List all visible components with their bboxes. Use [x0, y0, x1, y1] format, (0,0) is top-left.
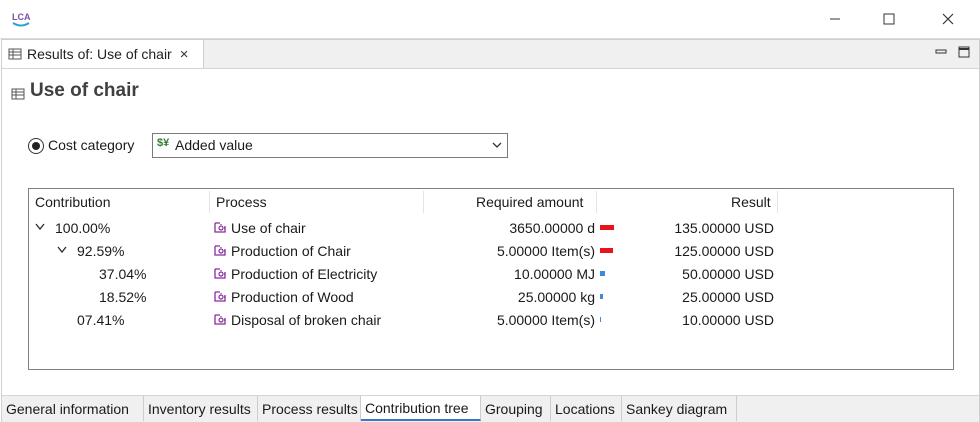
process-cell: Production of Chair	[231, 242, 351, 259]
process-cell: Production of Wood	[231, 288, 354, 305]
column-header-process[interactable]: Process	[216, 189, 267, 215]
contribution-cell: 92.59%	[77, 242, 125, 259]
editor-tabstrip: Results of: Use of chair ×	[2, 40, 979, 69]
results-editor: Results of: Use of chair × Use of chair …	[1, 39, 980, 422]
result-cell: 135.00000 USD	[674, 219, 774, 236]
result-page-tabs: General information Inventory results Proc…	[2, 395, 979, 422]
tab-contribution-tree[interactable]: Contribution tree	[361, 396, 481, 421]
tab-locations[interactable]: Locations	[551, 396, 622, 421]
tab-grouping[interactable]: Grouping	[481, 396, 551, 421]
chevron-down-icon[interactable]	[35, 223, 45, 231]
maximize-icon	[883, 13, 895, 25]
cost-category-icon: $¥	[157, 137, 170, 149]
contribution-tree-table[interactable]: Contribution Process Required amount Res…	[28, 188, 954, 370]
tab-general-information[interactable]: General information	[2, 396, 144, 421]
contribution-bar	[600, 317, 601, 322]
close-icon	[942, 13, 954, 25]
result-cell: 125.00000 USD	[674, 242, 774, 259]
result-cell: 50.00000 USD	[682, 265, 774, 282]
cost-category-dropdown[interactable]: $¥ Added value	[152, 133, 508, 158]
close-window-button[interactable]	[925, 0, 971, 38]
process-icon	[214, 268, 226, 279]
tab-sankey-diagram[interactable]: Sankey diagram	[622, 396, 737, 421]
required-amount-cell: 3650.00000 d	[509, 219, 595, 236]
table-row[interactable]: 37.04% Production of Electricity 10.00000 …	[29, 262, 951, 285]
process-cell: Disposal of broken chair	[231, 311, 382, 328]
editor-tab-results[interactable]: Results of: Use of chair ×	[2, 40, 204, 68]
required-amount-cell: 5.00000 Item(s)	[496, 311, 595, 328]
maximize-button[interactable]	[866, 0, 912, 38]
app-logo-text: LCA	[12, 12, 31, 22]
contribution-cell: 37.04%	[99, 265, 147, 282]
view-maximize-icon[interactable]	[957, 45, 971, 59]
contribution-bar	[600, 248, 613, 253]
process-cell: Production of Electricity	[231, 265, 378, 282]
table-row[interactable]: 100.00% Use of chair 3650.00000 d 135.00000…	[29, 216, 951, 239]
cost-category-label[interactable]: Cost category	[48, 137, 134, 153]
contribution-bar	[600, 294, 603, 299]
column-header-result[interactable]: Result	[731, 189, 771, 215]
column-header-contribution[interactable]: Contribution	[35, 189, 111, 215]
page-title: Use of chair	[30, 80, 139, 101]
required-amount-cell: 25.00000 kg	[517, 288, 595, 305]
column-header-required-amount[interactable]: Required amount	[476, 189, 583, 215]
table-row[interactable]: 07.41% Disposal of broken chair 5.00000 It…	[29, 308, 951, 331]
result-cell: 25.00000 USD	[682, 288, 774, 305]
tab-inventory-results[interactable]: Inventory results	[144, 396, 258, 421]
process-icon	[214, 314, 226, 325]
tab-process-results[interactable]: Process results	[258, 396, 361, 421]
minimize-button[interactable]	[812, 0, 858, 38]
required-amount-cell: 5.00000 Item(s)	[496, 242, 595, 259]
process-icon	[214, 291, 226, 302]
process-icon	[214, 245, 226, 256]
contribution-bar	[600, 225, 614, 230]
editor-tab-label: Results of: Use of chair	[27, 46, 172, 62]
contribution-cell: 100.00%	[55, 219, 111, 236]
cost-category-radio[interactable]	[28, 138, 44, 154]
process-icon	[214, 222, 226, 233]
column-divider[interactable]	[777, 191, 778, 213]
minimize-icon	[830, 18, 840, 20]
table-row[interactable]: 92.59% Production of Chair 5.00000 Item(s)…	[29, 239, 951, 262]
app-logo-icon: LCA	[12, 12, 31, 27]
contribution-cell: 18.52%	[99, 288, 147, 305]
column-divider[interactable]	[209, 191, 210, 213]
column-divider[interactable]	[596, 191, 597, 213]
required-amount-cell: 10.00000 MJ	[514, 265, 595, 282]
page-table-icon	[11, 88, 25, 100]
view-minimize-icon[interactable]	[934, 45, 948, 59]
contribution-cell: 07.41%	[77, 311, 125, 328]
chevron-down-icon	[492, 142, 502, 148]
chevron-down-icon[interactable]	[57, 246, 67, 254]
results-table-icon	[8, 48, 22, 60]
cost-category-value: Added value	[175, 137, 253, 153]
column-divider[interactable]	[423, 191, 424, 213]
table-row[interactable]: 18.52% Production of Wood 25.00000 kg 25.00…	[29, 285, 951, 308]
tab-close-icon[interactable]: ×	[180, 46, 189, 63]
process-cell: Use of chair	[231, 219, 306, 236]
window-titlebar: LCA	[0, 0, 980, 39]
result-cell: 10.00000 USD	[682, 311, 774, 328]
contribution-bar	[600, 271, 605, 276]
